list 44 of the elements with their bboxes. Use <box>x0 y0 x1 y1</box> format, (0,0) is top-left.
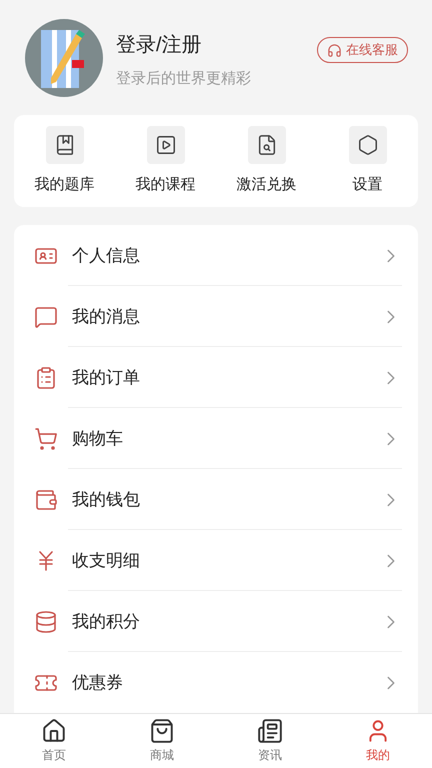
shortcut-item[interactable]: 我的题库 <box>14 126 115 196</box>
shortcut-item[interactable]: 设置 <box>317 126 418 196</box>
message-icon <box>34 304 58 328</box>
tab-item[interactable]: 商城 <box>108 714 216 768</box>
menu-label: 收支明细 <box>72 550 140 572</box>
wallet-icon <box>34 488 58 512</box>
menu-label: 我的积分 <box>72 610 140 633</box>
settings-icon <box>348 126 386 164</box>
online-service-button[interactable]: 在线客服 <box>317 37 408 63</box>
login-subtitle: 登录后的世界更精彩 <box>116 69 251 89</box>
shopping-bag-icon <box>149 718 175 744</box>
shortcut-label: 我的题库 <box>34 174 94 195</box>
menu-row[interactable]: 我的积分 <box>14 591 418 652</box>
menu-row[interactable]: 我的钱包 <box>14 469 418 530</box>
news-icon <box>257 718 283 744</box>
shortcut-item[interactable]: 激活兑换 <box>216 126 317 196</box>
menu-row[interactable]: 收支明细 <box>14 530 418 591</box>
document-search-icon <box>248 126 286 164</box>
headset-icon <box>327 42 342 58</box>
menu-label: 我的钱包 <box>72 488 140 511</box>
menu-row[interactable]: 我的订单 <box>14 347 418 408</box>
tab-item[interactable]: 首页 <box>0 714 108 768</box>
menu-row[interactable]: 优惠券 <box>14 652 418 713</box>
cart-icon <box>34 426 58 450</box>
tab-item[interactable]: 资讯 <box>216 714 324 768</box>
menu-row[interactable]: 个人信息 <box>14 225 418 286</box>
tab-item[interactable]: 我的 <box>324 714 432 768</box>
shortcut-label: 我的课程 <box>136 174 196 195</box>
shortcut-label: 激活兑换 <box>236 174 296 195</box>
shortcut-item[interactable]: 我的课程 <box>115 126 216 196</box>
shortcut-label: 设置 <box>352 174 382 195</box>
menu-label: 购物车 <box>72 428 123 450</box>
menu-row[interactable]: 购物车 <box>14 408 418 469</box>
menu-label: 我的订单 <box>72 366 140 389</box>
play-icon <box>146 126 184 164</box>
menu-row[interactable]: 我的消息 <box>14 286 418 347</box>
home-icon <box>41 718 67 744</box>
menu-label: 我的消息 <box>72 306 140 328</box>
login-title[interactable]: 登录/注册 <box>116 30 251 60</box>
coins-stack-icon <box>34 610 58 634</box>
clipboard-icon <box>34 366 58 390</box>
bookmark-book-icon <box>46 126 84 164</box>
menu-label: 个人信息 <box>72 244 140 267</box>
menu-label: 优惠券 <box>72 672 123 694</box>
